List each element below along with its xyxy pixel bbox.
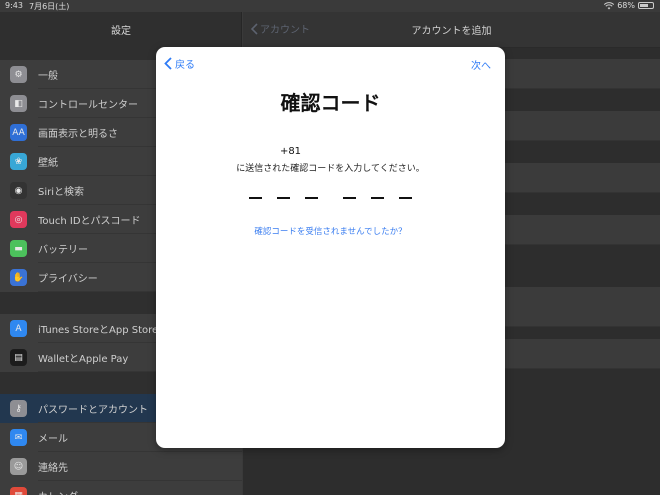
sidebar-item-label: 連絡先 (38, 463, 68, 474)
modal-description: に送信された確認コードを入力してください。 (236, 164, 425, 174)
control-center-icon: ◧ (10, 95, 27, 112)
battery-icon (638, 2, 654, 9)
status-time: 9:43 (5, 1, 23, 10)
resend-code-link[interactable]: 確認コードを受信されませんでしたか？ (156, 225, 505, 237)
modal-title: 確認コード (280, 91, 381, 115)
hand-icon: ✋ (10, 269, 27, 286)
code-digit-slot (249, 197, 262, 199)
contacts-icon: ☺ (10, 458, 27, 475)
status-right: 68% (604, 1, 654, 10)
code-digit-slot (343, 197, 356, 199)
sidebar-item[interactable]: ☺ 連絡先 (0, 452, 242, 481)
sidebar-item-label: Touch IDとパスコード (38, 216, 141, 227)
code-digit-slot (277, 197, 290, 199)
verification-code-input[interactable] (249, 197, 419, 201)
verification-code-dialog: 戻る 次へ 確認コード +81 に送信された確認コードを入力してください。 確認… (156, 47, 505, 448)
wallet-icon: ▤ (10, 349, 27, 366)
battery-icon: ▬ (10, 240, 27, 257)
code-digit-slot (305, 197, 318, 199)
modal-back-button[interactable]: 戻る (164, 56, 195, 71)
code-digit-slot (399, 197, 412, 199)
gear-icon: ⚙ (10, 66, 27, 83)
sidebar-item-label: 一般 (38, 71, 58, 82)
sidebar-title: 設定 (111, 26, 131, 37)
wifi-icon (604, 1, 615, 9)
phone-number: +81 (279, 146, 302, 157)
sidebar-item-label: バッテリー (38, 245, 88, 256)
mail-icon: ✉ (10, 429, 27, 446)
sidebar-item[interactable]: ▦ カレンダー (0, 481, 242, 495)
sidebar-item-label: カレンダー (38, 488, 88, 495)
sidebar-item-label: 壁紙 (38, 158, 58, 169)
display-icon: AA (10, 124, 27, 141)
detail-title: アカウントを追加 (411, 26, 492, 37)
sidebar-item-label: コントロールセンター (38, 100, 138, 111)
detail-nav-bar: アカウント アカウントを追加 (243, 12, 660, 48)
code-digit-slot (371, 197, 384, 199)
calendar-icon: ▦ (10, 487, 27, 495)
sidebar-item-label: WalletとApple Pay (38, 354, 129, 365)
sidebar-item-label: プライバシー (38, 274, 98, 285)
fingerprint-icon: ◎ (10, 211, 27, 228)
siri-icon: ◉ (10, 182, 27, 199)
sidebar-item-label: iTunes StoreとApp Store (38, 325, 159, 336)
app-store-icon: A (10, 320, 27, 337)
modal-back-label: 戻る (175, 60, 195, 71)
wallpaper-icon: ❀ (10, 153, 27, 170)
status-date: 7月6日(土) (29, 2, 70, 11)
battery-percent: 68% (617, 1, 635, 10)
key-icon: ⚷ (10, 400, 27, 417)
sidebar-item-label: パスワードとアカウント (38, 405, 148, 416)
status-bar: 9:43 7月6日(土) 68% (0, 0, 660, 12)
sidebar-item-label: 画面表示と明るさ (38, 129, 118, 140)
modal-next-button[interactable]: 次へ (471, 57, 491, 72)
sidebar-item-label: メール (38, 434, 68, 445)
chevron-left-icon (164, 57, 172, 70)
sidebar-item-label: Siriと検索 (38, 187, 85, 198)
